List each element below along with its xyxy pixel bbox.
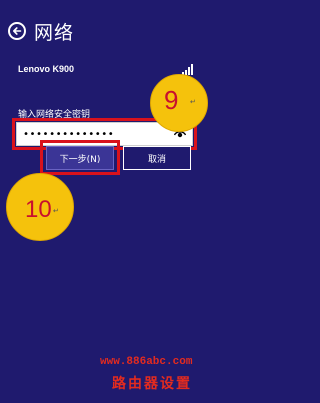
cancel-button[interactable]: 取消	[123, 146, 191, 170]
wifi-signal-icon	[182, 64, 193, 75]
header: 网络	[8, 18, 74, 44]
step-10-badge: 10 ↵	[6, 173, 74, 241]
step-9-mark: ↵	[190, 99, 196, 106]
page-title: 网络	[34, 21, 75, 44]
step-9-number: 9	[164, 85, 179, 115]
back-arrow-icon[interactable]	[8, 22, 26, 40]
step-9-badge: 9 ↵	[150, 74, 208, 132]
step-10-mark: ↵	[53, 208, 59, 215]
next-button[interactable]: 下一步(N)	[46, 146, 114, 170]
network-name: Lenovo K900	[18, 64, 75, 74]
watermark-text: 路由器设置	[112, 376, 192, 392]
watermark-url: www.886abc.com	[100, 356, 193, 368]
step-10-number: 10	[25, 196, 52, 223]
password-masked-value: ••••••••••••••	[23, 129, 115, 140]
